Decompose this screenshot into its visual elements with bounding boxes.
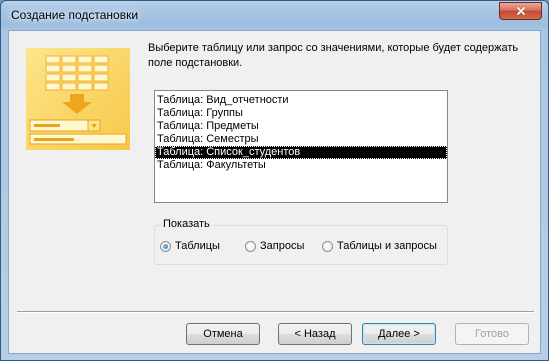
- show-groupbox: Показать Таблицы Запросы Таблицы и запро…: [154, 218, 448, 265]
- list-item[interactable]: Таблица: Группы: [155, 107, 447, 120]
- radio-queries-label: Запросы: [260, 240, 305, 252]
- wizard-body: Выберите таблицу или запрос со значениям…: [8, 30, 541, 354]
- radio-tables-label: Таблицы: [175, 240, 220, 252]
- show-group-legend: Показать: [161, 218, 212, 230]
- list-item[interactable]: Таблица: Семестры: [155, 133, 447, 146]
- radio-both-label: Таблицы и запросы: [337, 240, 437, 252]
- radio-queries[interactable]: Запросы: [245, 240, 304, 252]
- radio-both-indicator[interactable]: [322, 240, 333, 252]
- radio-queries-indicator[interactable]: [245, 240, 256, 252]
- title-bar[interactable]: Создание подстановки: [1, 1, 548, 31]
- radio-tables-indicator[interactable]: [160, 240, 171, 252]
- list-item[interactable]: Таблица: Список_студентов: [155, 146, 447, 159]
- prompt-text: Выберите таблицу или запрос со значениям…: [148, 42, 519, 69]
- next-button[interactable]: Далее >: [362, 323, 436, 345]
- radio-tables[interactable]: Таблицы: [160, 240, 220, 252]
- window-title: Создание подстановки: [11, 8, 139, 22]
- cancel-button[interactable]: Отмена: [186, 323, 260, 345]
- finish-button[interactable]: Готово: [455, 323, 529, 345]
- radio-tables-and-queries[interactable]: Таблицы и запросы: [322, 240, 437, 252]
- wizard-window: Создание подстановки Выберите таблицу ил…: [0, 0, 549, 361]
- list-item[interactable]: Таблица: Предметы: [155, 120, 447, 133]
- close-icon[interactable]: [499, 2, 542, 20]
- lookup-wizard-icon: [26, 48, 130, 150]
- button-separator: [17, 311, 534, 313]
- list-item[interactable]: Таблица: Факультеты: [155, 159, 447, 172]
- back-button[interactable]: < Назад: [278, 323, 352, 345]
- list-item[interactable]: Таблица: Вид_отчетности: [155, 94, 447, 107]
- table-listbox[interactable]: Таблица: Вид_отчетности Таблица: Группы Та…: [154, 90, 448, 203]
